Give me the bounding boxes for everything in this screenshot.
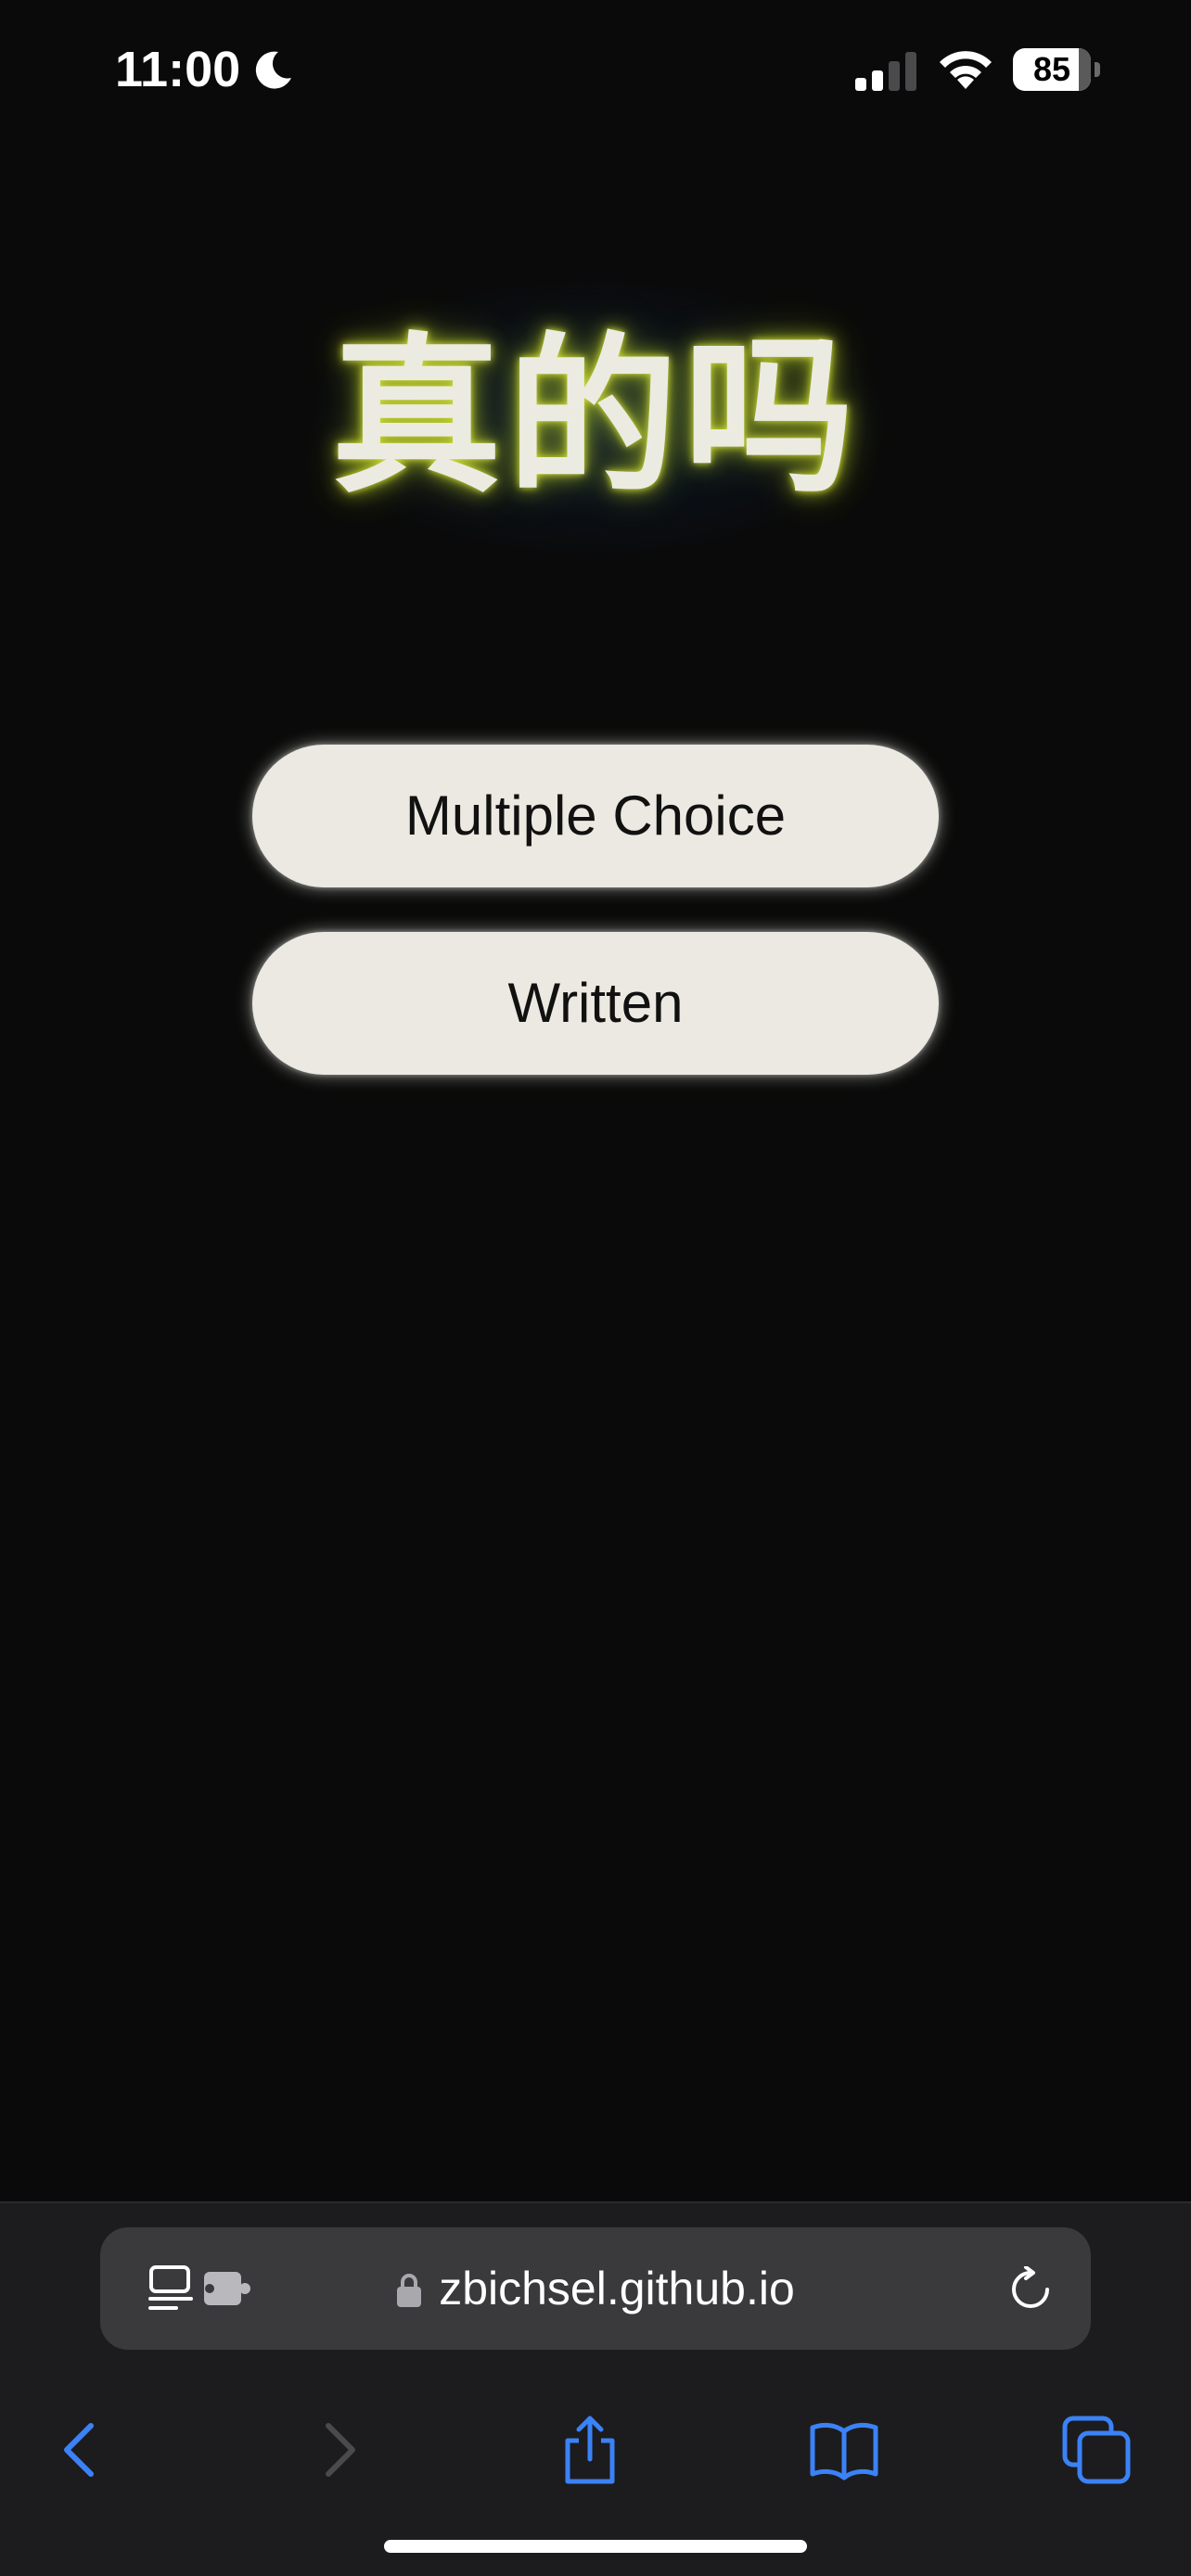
tabs-icon[interactable] xyxy=(1059,2413,1133,2487)
share-icon[interactable] xyxy=(553,2413,627,2487)
signal-bar xyxy=(872,70,883,91)
app-title: 真的吗 xyxy=(330,318,860,516)
address-bar[interactable]: zbichsel.github.io xyxy=(100,2227,1091,2350)
status-time: 11:00 xyxy=(115,42,241,97)
bookmarks-icon[interactable] xyxy=(807,2413,881,2487)
wifi-icon xyxy=(940,51,992,89)
status-bar: 11:00 85 xyxy=(0,0,1191,139)
battery-percentage: 85 xyxy=(1032,50,1071,88)
signal-bar xyxy=(855,78,866,91)
signal-bar xyxy=(889,61,900,91)
multiple-choice-button[interactable]: Multiple Choice xyxy=(252,745,939,887)
screen: 11:00 85 真的吗 Multiple Choice Written zbi… xyxy=(0,0,1191,2576)
moon-icon xyxy=(255,51,291,89)
url-text: zbichsel.github.io xyxy=(439,2263,795,2315)
url-display[interactable]: zbichsel.github.io xyxy=(100,2227,1091,2350)
signal-icon xyxy=(855,52,916,91)
browser-toolbar: zbichsel.github.io xyxy=(0,2201,1191,2576)
back-icon[interactable] xyxy=(43,2413,117,2487)
forward-icon[interactable] xyxy=(302,2413,377,2487)
lock-icon xyxy=(397,2274,422,2307)
battery-nub xyxy=(1095,62,1100,77)
signal-bar xyxy=(905,52,916,91)
reload-icon[interactable] xyxy=(1007,2266,1054,2313)
home-indicator[interactable] xyxy=(384,2540,807,2553)
written-button[interactable]: Written xyxy=(252,932,939,1075)
battery-body: 85 xyxy=(1013,48,1091,91)
battery-icon: 85 xyxy=(1013,48,1100,91)
